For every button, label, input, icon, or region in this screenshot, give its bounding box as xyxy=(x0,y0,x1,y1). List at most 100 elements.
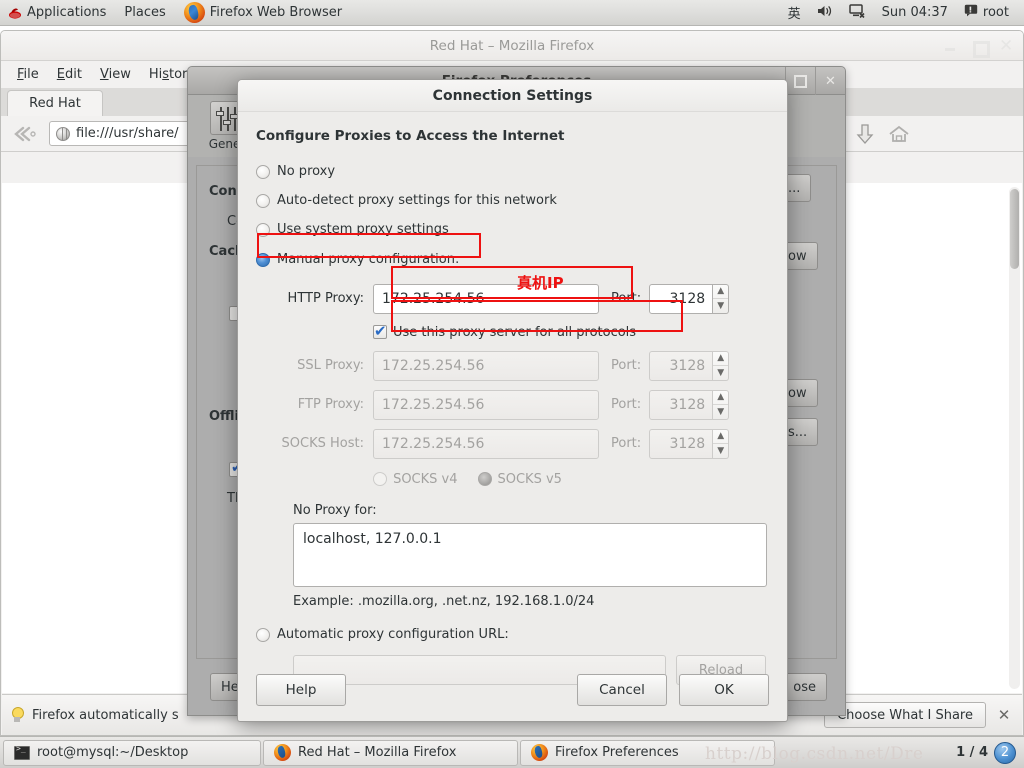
dialog-title: Connection Settings xyxy=(432,87,593,104)
cancel-button[interactable]: Cancel xyxy=(577,674,667,706)
menu-edit[interactable]: Edit xyxy=(49,64,90,85)
page-scrollbar[interactable] xyxy=(1009,187,1020,689)
ok-label: OK xyxy=(714,682,734,698)
prefs-close-button[interactable]: ose xyxy=(782,673,827,701)
notification-close-icon[interactable]: ✕ xyxy=(994,706,1014,724)
http-proxy-label: HTTP Proxy: xyxy=(287,291,364,306)
http-port-stepper[interactable]: 3128 ▲ ▼ xyxy=(649,283,730,314)
pac-mode-row[interactable]: Automatic proxy configuration URL: xyxy=(256,620,769,649)
minimize-icon[interactable] xyxy=(943,39,957,53)
menu-view[interactable]: View xyxy=(92,64,139,85)
http-proxy-input[interactable]: 172.25.254.56 xyxy=(373,283,599,314)
no-proxy-textarea[interactable]: localhost, 127.0.0.1 xyxy=(293,523,767,587)
user-menu[interactable]: root xyxy=(957,4,1016,21)
clock-label: Sun 04:37 xyxy=(881,5,948,20)
prefs-clear-now-label-2: ow xyxy=(788,385,807,401)
firefox-icon xyxy=(531,744,548,761)
applications-label: Applications xyxy=(27,5,107,20)
socks-version-row: SOCKS v4 SOCKS v5 xyxy=(256,463,769,495)
use-all-protocols-row[interactable]: Use this proxy server for all protocols xyxy=(256,318,769,346)
firefox-icon xyxy=(274,744,291,761)
proxy-mode-manual[interactable]: Manual proxy configuration: xyxy=(256,244,769,275)
preferences-window-controls: ✕ xyxy=(785,67,845,95)
help-button[interactable]: Help xyxy=(256,674,346,706)
lightbulb-icon xyxy=(10,707,24,723)
active-app-label: Firefox Web Browser xyxy=(209,5,343,20)
http-port-value[interactable]: 3128 xyxy=(649,283,714,314)
radio-icon xyxy=(256,252,270,267)
connection-settings-dialog: Connection Settings Configure Proxies to… xyxy=(237,79,788,722)
firefox-window-controls: ✕ xyxy=(943,31,1013,61)
firefox-titlebar: Red Hat – Mozilla Firefox ✕ xyxy=(1,31,1023,61)
taskbar-item-terminal-label: root@mysql:~/Desktop xyxy=(37,745,189,760)
workspace-badge[interactable]: 2 xyxy=(994,741,1016,764)
chevron-down-icon[interactable]: ▼ xyxy=(713,298,729,313)
input-method-label: 英 xyxy=(787,7,801,22)
places-menu[interactable]: Places xyxy=(115,0,174,26)
url-text: file:///usr/share/ xyxy=(76,126,179,141)
taskbar-item-firefox-redhat[interactable]: Red Hat – Mozilla Firefox xyxy=(263,739,518,766)
clock[interactable]: Sun 04:37 xyxy=(875,5,955,20)
prefs-exceptions-label: s... xyxy=(788,424,808,440)
ok-button[interactable]: OK xyxy=(679,674,769,706)
help-label: Help xyxy=(285,682,317,698)
red-hat-logo-icon xyxy=(8,6,22,20)
browser-tab[interactable]: Red Hat xyxy=(7,90,103,116)
ssl-port-value: 3128 xyxy=(649,350,714,381)
socks-v5-label: SOCKS v5 xyxy=(497,471,562,487)
network-indicator[interactable] xyxy=(842,3,873,22)
terminal-icon xyxy=(14,744,30,760)
taskbar: root@mysql:~/Desktop Red Hat – Mozilla F… xyxy=(0,736,1024,768)
taskbar-item-terminal[interactable]: root@mysql:~/Desktop xyxy=(3,739,261,766)
ssl-proxy-input: 172.25.254.56 xyxy=(373,350,599,381)
chevron-down-icon: ▼ xyxy=(713,443,729,458)
http-port-label: Port: xyxy=(611,291,642,306)
menu-file[interactable]: File xyxy=(9,64,47,85)
proxy-mode-auto-detect[interactable]: Auto-detect proxy settings for this netw… xyxy=(256,186,769,215)
no-proxy-value: localhost, 127.0.0.1 xyxy=(303,531,442,547)
prefs-clear-now-label-1: ow xyxy=(788,248,807,264)
choose-what-i-share-label: Choose What I Share xyxy=(837,707,973,723)
radio-icon xyxy=(256,222,270,237)
ftp-proxy-label: FTP Proxy: xyxy=(297,397,364,412)
socks-port-value: 3128 xyxy=(649,428,714,459)
workspace-switcher[interactable]: 1 / 4 2 xyxy=(956,741,1021,764)
message-icon xyxy=(964,4,978,21)
socks-port-label: Port: xyxy=(611,436,642,451)
socks-v5-option: SOCKS v5 xyxy=(477,471,562,487)
choose-what-i-share-button[interactable]: Choose What I Share xyxy=(824,702,986,728)
radio-icon xyxy=(256,164,270,179)
proxy-mode-system[interactable]: Use system proxy settings xyxy=(256,215,769,244)
prefs-offline-heading: Offli xyxy=(209,409,240,424)
system-tray: 英 Sun 04:37 root xyxy=(781,3,1024,22)
applications-menu[interactable]: Applications xyxy=(0,0,115,26)
scrollbar-thumb[interactable] xyxy=(1010,189,1019,269)
chevron-up-icon: ▲ xyxy=(717,431,725,442)
desktop-screen: Applications Places Firefox Web Browser … xyxy=(0,0,1024,768)
chevron-up-icon: ▲ xyxy=(717,353,725,364)
dialog-button-row: Help Cancel OK xyxy=(256,674,769,706)
back-arrow-icon[interactable] xyxy=(11,123,41,145)
input-method-indicator[interactable]: 英 xyxy=(781,3,808,22)
maximize-icon[interactable] xyxy=(971,39,990,58)
volume-indicator[interactable] xyxy=(810,4,840,22)
proxy-mode-no-proxy[interactable]: No proxy xyxy=(256,157,769,186)
dialog-body: Configure Proxies to Access the Internet… xyxy=(238,112,787,723)
http-port-spin-buttons[interactable]: ▲ ▼ xyxy=(713,283,730,314)
browser-tab-label: Red Hat xyxy=(29,96,81,111)
checkbox-icon[interactable] xyxy=(373,322,387,340)
ssl-proxy-value: 172.25.254.56 xyxy=(382,357,485,374)
home-icon[interactable] xyxy=(886,121,912,147)
active-app-menu[interactable]: Firefox Web Browser xyxy=(175,0,351,26)
maximize-icon[interactable] xyxy=(785,67,815,95)
socks-host-value: 172.25.254.56 xyxy=(382,435,485,452)
chevron-up-icon[interactable]: ▲ xyxy=(713,285,728,299)
socks-port-stepper: 3128 ▲ ▼ xyxy=(649,428,730,459)
download-arrow-icon[interactable] xyxy=(852,121,878,147)
chevron-up-icon: ▲ xyxy=(717,392,725,403)
socks-host-row: SOCKS Host: 172.25.254.56 Port: 3128 ▲ ▼ xyxy=(256,424,769,463)
close-icon[interactable]: ✕ xyxy=(815,67,845,95)
ftp-port-value: 3128 xyxy=(649,389,714,420)
http-proxy-value: 172.25.254.56 xyxy=(382,290,485,307)
close-icon[interactable]: ✕ xyxy=(999,38,1013,55)
